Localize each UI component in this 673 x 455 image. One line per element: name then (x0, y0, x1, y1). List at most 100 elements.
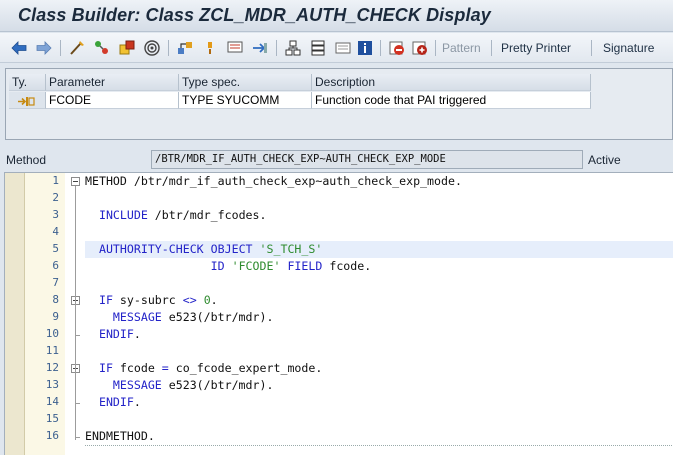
code-token: ENDIF (85, 327, 134, 341)
activate-icon[interactable] (176, 39, 194, 57)
code-line[interactable]: 4 (5, 224, 673, 241)
code-text[interactable]: ENDIF. (85, 395, 141, 409)
code-line[interactable]: 13 MESSAGE e523(/btr/mdr). (5, 377, 673, 394)
code-token: MESSAGE (85, 310, 162, 324)
parameter-type-spec-cell[interactable]: TYPE SYUCOMM (179, 92, 312, 109)
code-token: INCLUDE (85, 208, 148, 222)
status-text: Active (588, 153, 621, 167)
code-line[interactable]: 7 (5, 275, 673, 292)
navigation-window-icon[interactable] (251, 39, 269, 57)
code-token: /btr/mdr_fcodes. (147, 208, 267, 222)
parameter-panel: Ty. Parameter Type spec. Description FCO… (5, 68, 673, 140)
object-list-icon[interactable] (226, 39, 244, 57)
code-text[interactable]: INCLUDE /btr/mdr_fcodes. (85, 208, 267, 222)
code-line[interactable]: 6 ID 'FCODE' FIELD fcode. (5, 258, 673, 275)
column-header-parameter[interactable]: Parameter (46, 74, 179, 91)
code-line[interactable]: 1 METHOD /btr/mdr_if_auth_check_exp~auth_… (5, 173, 673, 190)
parameter-name-cell[interactable]: FCODE (46, 92, 179, 109)
fold-guide-if-1 (75, 305, 76, 338)
forward-arrow-icon[interactable] (35, 39, 53, 57)
other-object-icon[interactable] (68, 39, 86, 57)
toolbar-separator (380, 40, 381, 56)
code-line[interactable]: 10 ENDIF. (5, 326, 673, 343)
code-line[interactable]: 3 INCLUDE /btr/mdr_fcodes. (5, 207, 673, 224)
code-token: 'FCODE' (231, 259, 281, 273)
code-token: fcode (112, 361, 162, 375)
code-text[interactable]: IF sy-subrc <> 0. (85, 293, 218, 307)
parameter-description-cell[interactable]: Function code that PAI triggered (312, 92, 591, 109)
code-line[interactable]: 14 ENDIF. (5, 394, 673, 411)
collapse-block-icon[interactable] (71, 177, 80, 186)
line-number: 1 (52, 174, 59, 187)
method-name-field[interactable]: /BTR/MDR_IF_AUTH_CHECK_EXP~AUTH_CHECK_EX… (151, 150, 583, 169)
code-token: . (147, 429, 155, 443)
code-editor[interactable]: 1 METHOD /btr/mdr_if_auth_check_exp~auth_… (4, 172, 673, 455)
line-number: 3 (52, 208, 59, 221)
window-title: Class Builder: Class ZCL_MDR_AUTH_CHECK … (18, 5, 491, 25)
parameter-type-cell[interactable] (9, 92, 46, 109)
fold-end-method (75, 437, 80, 438)
toolbar-separator (435, 40, 436, 56)
column-header-type[interactable]: Ty. (9, 74, 46, 91)
signature-button[interactable]: Signature (603, 41, 654, 55)
code-line[interactable]: 9 MESSAGE e523(/btr/mdr). (5, 309, 673, 326)
code-line[interactable]: 15 (5, 411, 673, 428)
hierarchy-icon[interactable] (309, 39, 327, 57)
code-line[interactable]: 5 AUTHORITY-CHECK OBJECT 'S_TCH_S' (5, 241, 673, 258)
back-arrow-icon[interactable] (10, 39, 28, 57)
toolbar-separator (491, 40, 492, 56)
line-number: 10 (45, 327, 59, 340)
info-icon[interactable] (356, 39, 374, 57)
code-text[interactable]: MESSAGE e523(/btr/mdr). (85, 310, 274, 324)
column-header-description[interactable]: Description (312, 74, 591, 91)
code-text[interactable]: AUTHORITY-CHECK OBJECT 'S_TCH_S' (85, 242, 322, 256)
where-used-icon[interactable] (201, 39, 219, 57)
code-line[interactable]: 12 IF fcode = co_fcode_expert_mode. (5, 360, 673, 377)
display-change-icon[interactable] (93, 39, 111, 57)
code-text[interactable]: METHOD /btr/mdr_if_auth_check_exp~auth_c… (85, 174, 462, 188)
code-text[interactable]: ID 'FCODE' FIELD fcode. (85, 259, 372, 273)
code-token: e523(/btr/mdr). (161, 378, 274, 392)
code-token: OBJECT (210, 242, 253, 256)
code-token: co_fcode_expert_mode. (168, 361, 323, 375)
enhance-icon[interactable] (284, 39, 302, 57)
code-line[interactable]: 8 IF sy-subrc <> 0. (5, 292, 673, 309)
code-token: = (161, 361, 169, 375)
line-number: 15 (45, 412, 59, 425)
code-token: /btr/mdr_if_auth_check_exp~auth_check_ex… (126, 174, 462, 188)
code-token: . (210, 293, 218, 307)
breakpoint-icon[interactable] (388, 39, 406, 57)
code-token: 0 (203, 293, 211, 307)
check-icon[interactable] (143, 39, 161, 57)
code-token: sy-subrc (112, 293, 183, 307)
active-inactive-icon[interactable] (118, 39, 136, 57)
split-screen-icon[interactable] (334, 39, 352, 57)
line-number: 6 (52, 259, 59, 272)
line-number: 14 (45, 395, 59, 408)
external-breakpoint-icon[interactable] (411, 39, 429, 57)
toolbar-separator (60, 40, 61, 56)
column-header-type-spec[interactable]: Type spec. (179, 74, 312, 91)
line-number: 9 (52, 310, 59, 323)
line-number: 16 (45, 429, 59, 442)
pretty-printer-button[interactable]: Pretty Printer (501, 41, 571, 55)
code-token: fcode. (322, 259, 372, 273)
code-line[interactable]: 11 (5, 343, 673, 360)
code-token: IF (85, 361, 113, 375)
code-token: FIELD (287, 259, 323, 273)
code-text[interactable]: ENDIF. (85, 327, 141, 341)
code-token: 'S_TCH_S' (259, 242, 323, 256)
pattern-button[interactable]: Pattern (442, 41, 481, 55)
end-of-source-line (85, 445, 673, 446)
code-line[interactable]: 2 (5, 190, 673, 207)
fold-end-if-2 (75, 403, 80, 404)
code-token: ID (85, 259, 225, 273)
code-line[interactable]: 16 ENDMETHOD. (5, 428, 673, 445)
code-text[interactable]: ENDMETHOD. (85, 429, 155, 443)
code-token: <> (182, 293, 197, 307)
code-token: . (133, 395, 141, 409)
code-text[interactable]: MESSAGE e523(/btr/mdr). (85, 378, 274, 392)
code-text[interactable]: IF fcode = co_fcode_expert_mode. (85, 361, 322, 375)
